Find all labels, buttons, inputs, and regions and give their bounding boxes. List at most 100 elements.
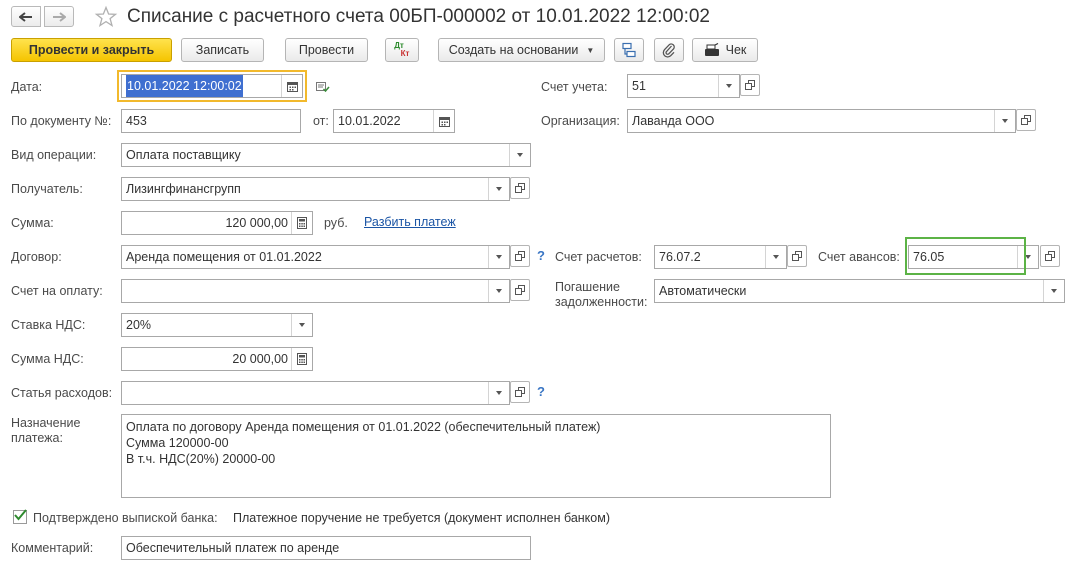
create-based-on-label: Создать на основании — [448, 43, 579, 57]
comment-label: Комментарий: — [11, 541, 94, 555]
receipt-button[interactable]: Чек — [692, 38, 758, 62]
back-button[interactable] — [11, 6, 41, 27]
document-check-icon[interactable] — [316, 81, 330, 93]
receipt-label: Чек — [725, 43, 747, 57]
operation-type-select[interactable]: Оплата поставщику — [121, 143, 531, 167]
chevron-down-icon[interactable] — [488, 246, 509, 268]
create-based-on-button[interactable]: Создать на основании ▼ — [438, 38, 605, 62]
doc-number-field[interactable]: 453 — [121, 109, 301, 133]
expense-item-help-icon[interactable]: ? — [537, 384, 545, 399]
calculator-icon[interactable] — [291, 348, 312, 370]
organization-label: Организация: — [541, 114, 620, 128]
open-account-button[interactable] — [740, 74, 760, 96]
open-contract-button[interactable] — [510, 245, 530, 267]
expense-item-label: Статья расходов: — [11, 386, 113, 400]
chevron-down-icon[interactable] — [994, 110, 1015, 132]
chevron-down-icon[interactable] — [765, 246, 786, 268]
open-window-icon — [515, 251, 525, 261]
chevron-down-icon[interactable] — [509, 144, 530, 166]
comment-value: Обеспечительный платеж по аренде — [126, 541, 340, 555]
open-window-icon — [515, 285, 525, 295]
recipient-label: Получатель: — [11, 182, 83, 196]
post-and-close-button[interactable]: Провести и закрыть — [11, 38, 172, 62]
organization-field[interactable]: Лаванда ООО — [627, 109, 1016, 133]
chevron-down-icon[interactable] — [488, 382, 509, 404]
account-field[interactable]: 51 — [627, 74, 740, 98]
open-window-icon — [745, 80, 755, 90]
open-window-icon — [1021, 115, 1031, 125]
date-value: 10.01.2022 12:00:02 — [126, 75, 243, 97]
invoice-field[interactable] — [121, 279, 510, 303]
debt-repayment-select[interactable]: Автоматически — [654, 279, 1065, 303]
chevron-down-icon[interactable] — [488, 178, 509, 200]
settlement-account-field[interactable]: 76.07.2 — [654, 245, 787, 269]
date-field[interactable]: 10.01.2022 12:00:02 — [117, 70, 307, 102]
open-window-icon — [515, 183, 525, 193]
calendar-icon[interactable] — [433, 110, 454, 132]
calculator-icon[interactable] — [291, 212, 312, 234]
contract-value: Аренда помещения от 01.01.2022 — [126, 250, 322, 264]
vat-rate-value: 20% — [126, 318, 152, 332]
settlement-account-label: Счет расчетов: — [555, 250, 642, 264]
debt-repayment-value: Автоматически — [659, 284, 747, 298]
operation-type-label: Вид операции: — [11, 148, 97, 162]
doc-number-label: По документу №: — [11, 114, 112, 128]
save-button[interactable]: Записать — [181, 38, 264, 62]
vat-rate-label: Ставка НДС: — [11, 318, 86, 332]
calendar-icon[interactable] — [281, 75, 302, 97]
comment-field[interactable]: Обеспечительный платеж по аренде — [121, 536, 531, 560]
amount-field[interactable]: 120 000,00 — [121, 211, 313, 235]
paperclip-icon — [662, 43, 675, 58]
open-organization-button[interactable] — [1016, 109, 1036, 131]
chevron-down-icon[interactable] — [1043, 280, 1064, 302]
from-label: от: — [313, 114, 329, 128]
amount-value: 120 000,00 — [225, 216, 288, 230]
dt-kt-button[interactable]: Дт Кт — [385, 38, 419, 62]
open-window-icon — [792, 251, 802, 261]
invoice-label: Счет на оплату: — [11, 284, 103, 298]
vat-amount-field[interactable]: 20 000,00 — [121, 347, 313, 371]
open-expense-item-button[interactable] — [510, 381, 530, 403]
star-icon[interactable] — [94, 5, 118, 29]
contract-help-icon[interactable]: ? — [537, 248, 545, 263]
open-window-icon — [515, 387, 525, 397]
payment-purpose-line: Оплата по договору Аренда помещения от 0… — [126, 420, 601, 434]
structure-button[interactable] — [614, 38, 644, 62]
advance-account-label: Счет авансов: — [818, 250, 900, 264]
chevron-down-icon[interactable] — [718, 75, 739, 97]
split-payment-link[interactable]: Разбить платеж — [364, 215, 456, 229]
vat-amount-label: Сумма НДС: — [11, 352, 84, 366]
debt-repayment-label-line1: Погашение — [555, 280, 620, 294]
from-date-field[interactable]: 10.01.2022 — [333, 109, 455, 133]
bank-confirmed-checkbox[interactable] — [13, 509, 27, 524]
from-date-value: 10.01.2022 — [338, 114, 401, 128]
vat-rate-select[interactable]: 20% — [121, 313, 313, 337]
chevron-down-icon[interactable] — [488, 280, 509, 302]
account-label: Счет учета: — [541, 80, 608, 94]
chevron-down-icon[interactable] — [291, 314, 312, 336]
debt-repayment-label-line2: задолженности: — [555, 295, 648, 309]
advance-account-highlight — [905, 237, 1026, 275]
kt-icon: Кт — [400, 49, 410, 58]
bank-confirmed-label: Подтверждено выпиской банка: — [33, 511, 218, 525]
expense-item-field[interactable] — [121, 381, 510, 405]
forward-button[interactable] — [44, 6, 74, 27]
post-button[interactable]: Провести — [285, 38, 368, 62]
attach-button[interactable] — [654, 38, 684, 62]
vat-amount-value: 20 000,00 — [232, 352, 288, 366]
open-advance-account-button[interactable] — [1040, 245, 1060, 267]
settlement-account-value: 76.07.2 — [659, 250, 701, 264]
payment-purpose-label-line1: Назначение — [11, 416, 81, 430]
structure-icon — [622, 42, 636, 58]
contract-field[interactable]: Аренда помещения от 01.01.2022 — [121, 245, 510, 269]
open-settlement-account-button[interactable] — [787, 245, 807, 267]
organization-value: Лаванда ООО — [632, 114, 715, 128]
recipient-value: Лизингфинансгрупп — [126, 182, 241, 196]
payment-purpose-textarea[interactable]: Оплата по договору Аренда помещения от 0… — [121, 414, 831, 498]
open-recipient-button[interactable] — [510, 177, 530, 199]
recipient-field[interactable]: Лизингфинансгрупп — [121, 177, 510, 201]
arrow-left-icon — [19, 11, 32, 22]
currency-label: руб. — [324, 216, 348, 230]
payment-purpose-line: Сумма 120000-00 — [126, 436, 229, 450]
open-invoice-button[interactable] — [510, 279, 530, 301]
